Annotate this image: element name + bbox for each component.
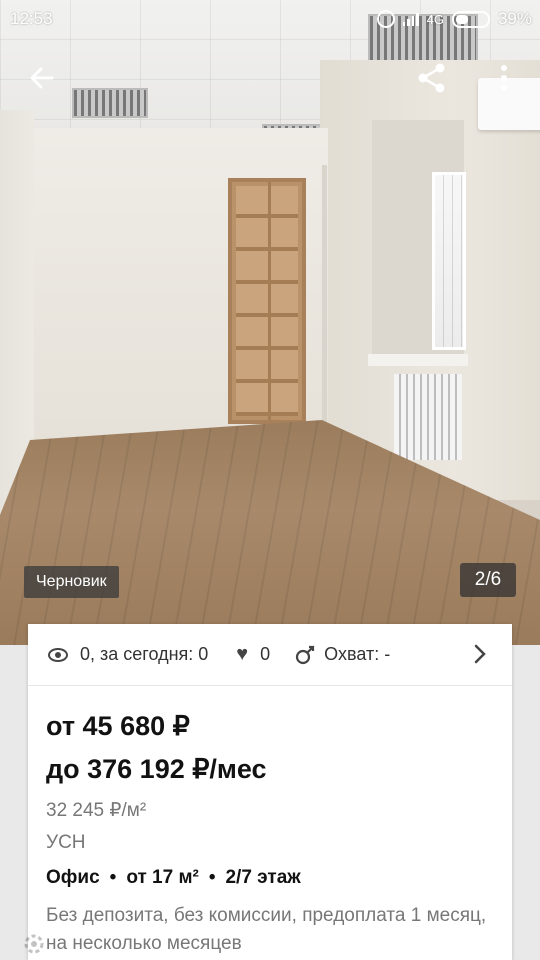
price-to: до 376 192 ₽/мес xyxy=(46,754,267,784)
photo-lamp xyxy=(72,88,148,118)
eye-icon xyxy=(48,647,68,662)
more-options-button[interactable] xyxy=(492,60,516,96)
signal-icon xyxy=(402,12,419,26)
views-stat: 0, за сегодня: 0 xyxy=(48,644,208,665)
price-from: от 45 680 ₽ xyxy=(46,711,190,741)
reach-icon xyxy=(296,645,315,664)
battery-icon xyxy=(451,10,490,28)
alarm-icon xyxy=(376,10,395,28)
stats-row[interactable]: 0, за сегодня: 0 ♥ 0 Охват: - xyxy=(28,624,512,686)
views-count: 0, за сегодня: 0 xyxy=(80,644,209,664)
listing-card: 0, за сегодня: 0 ♥ 0 Охват: - от 45 680 … xyxy=(28,624,512,960)
listing-facts: Офис • от 17 м² • 2/7 этаж xyxy=(46,867,301,889)
property-type: Офис xyxy=(46,867,100,888)
photo-bookshelf xyxy=(228,178,306,424)
favorites-stat: ♥ 0 xyxy=(208,643,270,666)
battery-percent: 39% xyxy=(497,9,532,28)
reach-value: Охват: - xyxy=(324,644,391,664)
photo-pipe xyxy=(322,165,327,425)
chevron-right-icon[interactable] xyxy=(468,642,492,666)
back-button[interactable] xyxy=(24,60,60,96)
floor: 2/7 этаж xyxy=(225,867,301,888)
more-vert-icon xyxy=(501,65,507,91)
listing-photo[interactable] xyxy=(0,0,540,645)
gear-icon xyxy=(24,934,44,954)
price-per-sqm: 32 245 ₽/м² xyxy=(46,800,147,821)
area: от 17 м² xyxy=(126,867,199,888)
share-button[interactable] xyxy=(414,60,450,96)
share-icon xyxy=(418,63,445,93)
photo-radiator xyxy=(394,374,462,460)
status-time: 12:53 xyxy=(10,9,53,28)
photo-counter: 2/6 xyxy=(460,563,516,597)
draft-badge: Черновик xyxy=(24,566,119,598)
network-type: 4G xyxy=(426,11,444,27)
separator-dot: • xyxy=(208,867,216,888)
photo-window-sill xyxy=(368,354,468,366)
deal-terms: Без депозита, без комиссии, предоплата 1… xyxy=(46,905,487,954)
tax-system: УСН xyxy=(46,832,86,853)
arrow-left-icon xyxy=(30,67,54,89)
photo-window xyxy=(432,172,466,350)
reach-stat: Охват: - xyxy=(270,644,390,666)
status-bar: 12:53 4G 39% xyxy=(0,0,540,36)
favorites-count: 0 xyxy=(260,644,271,664)
separator-dot: • xyxy=(109,867,117,888)
heart-icon: ♥ xyxy=(236,643,249,665)
